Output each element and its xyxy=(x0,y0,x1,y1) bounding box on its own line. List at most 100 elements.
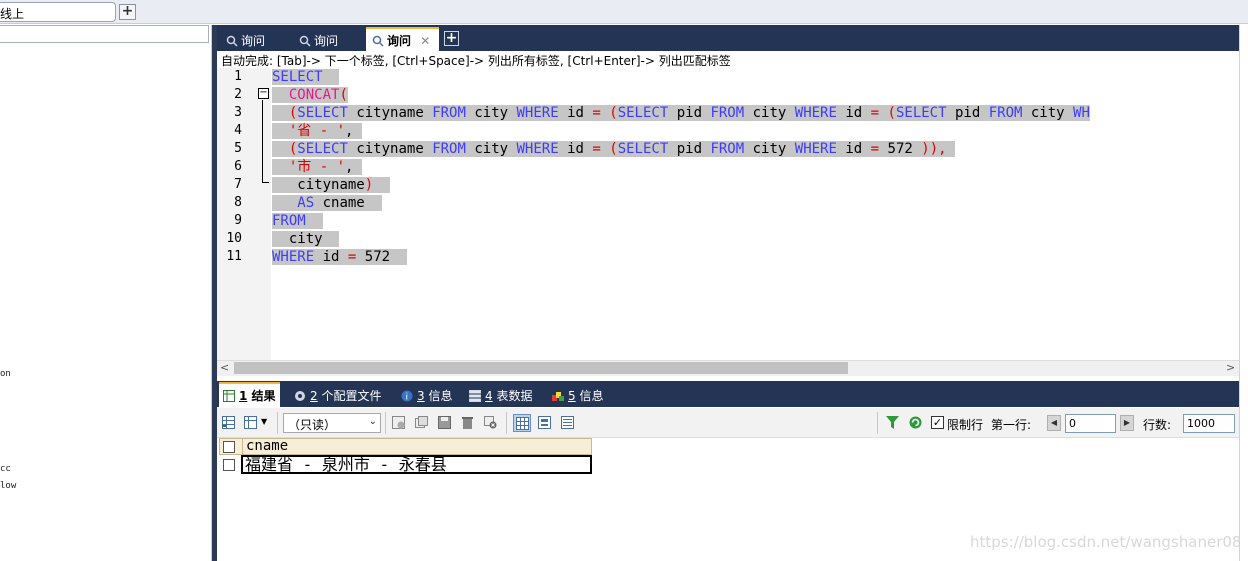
right-edge xyxy=(1239,25,1248,561)
limit-rows-label: 限制行 xyxy=(947,418,984,432)
line-number: 10 xyxy=(226,231,242,246)
svg-text:i: i xyxy=(406,393,409,403)
result-tab-table-data[interactable]: 4 表数据 xyxy=(465,384,536,406)
connection-tab-label: 线上 xyxy=(0,7,25,21)
scrollbar-thumb[interactable] xyxy=(234,362,848,374)
close-tab-icon[interactable]: ✕ xyxy=(420,34,430,48)
previous-page-icon[interactable]: ◀ xyxy=(1047,415,1061,431)
fold-toggle[interactable]: − xyxy=(258,88,269,99)
row-checkbox[interactable] xyxy=(223,459,235,471)
query-icon xyxy=(372,35,384,47)
line-number: 11 xyxy=(226,249,242,264)
export-grid-button[interactable] xyxy=(220,414,238,432)
line-number: 3 xyxy=(234,105,242,120)
query-tab-2[interactable]: 询问 xyxy=(293,29,363,51)
row-count-input[interactable]: 1000 xyxy=(1183,414,1235,433)
autocomplete-hint: 自动完成: [Tab]-> 下一个标签, [Ctrl+Space]-> 列出所有… xyxy=(217,51,1239,68)
tree-item-fragment[interactable]: cc xyxy=(0,464,11,474)
scroll-left-arrow-icon[interactable]: < xyxy=(220,361,229,374)
object-filter-input[interactable] xyxy=(0,25,209,43)
line-number: 6 xyxy=(234,159,242,174)
code-line-11[interactable]: WHERE id = 572 xyxy=(272,248,407,266)
add-row-icon xyxy=(392,416,405,429)
fold-guide xyxy=(262,100,263,182)
select-all-checkbox[interactable] xyxy=(223,441,235,453)
result-grid-icon xyxy=(223,390,235,402)
line-number: 2 xyxy=(234,87,242,102)
filter-icon xyxy=(886,416,899,429)
result-tab-results[interactable]: 1 结果 xyxy=(219,382,280,407)
form-view-button[interactable] xyxy=(536,414,554,432)
copy-grid-dropdown[interactable]: ▼ xyxy=(242,414,270,432)
export-grid-icon xyxy=(222,416,235,429)
tree-item-fragment[interactable]: low xyxy=(0,481,16,491)
trash-icon xyxy=(462,417,473,429)
query-tab-label: 询问 xyxy=(387,34,412,48)
next-page-icon[interactable]: ▶ xyxy=(1120,415,1134,431)
delete-row-button[interactable] xyxy=(459,414,477,432)
query-tab-1[interactable]: 询问 xyxy=(220,29,290,51)
line-number: 9 xyxy=(234,213,242,228)
code-line-8[interactable]: AS cname xyxy=(272,194,382,212)
toolbar-separator xyxy=(277,412,278,434)
scroll-right-arrow-icon[interactable]: > xyxy=(1226,361,1235,374)
duplicate-row-button[interactable] xyxy=(413,414,431,432)
table-icon xyxy=(469,390,481,402)
duplicate-row-icon xyxy=(415,416,428,428)
first-row-input[interactable]: 0 xyxy=(1065,414,1116,433)
code-line-9[interactable]: FROM xyxy=(272,212,323,230)
code-line-1[interactable]: SELECT xyxy=(272,68,340,86)
code-line-3[interactable]: (SELECT cityname FROM city WHERE id = (S… xyxy=(272,104,1090,122)
object-browser xyxy=(0,25,212,561)
result-tab-messages[interactable]: 5 信息 xyxy=(548,384,607,406)
connection-tab[interactable]: 线上 xyxy=(0,2,116,22)
grid-cell[interactable]: 福建省 - 泉州市 - 永春县 xyxy=(241,455,592,474)
code-line-10[interactable]: city xyxy=(272,230,340,248)
query-icon xyxy=(226,35,238,47)
grid-view-icon xyxy=(516,417,529,430)
watermark: https://blog.csdn.net/wangshaner0814 xyxy=(970,533,1248,551)
query-tab-label: 询问 xyxy=(241,34,266,48)
dropdown-caret-icon: ▼ xyxy=(261,417,268,426)
line-number: 5 xyxy=(234,141,242,156)
refresh-icon xyxy=(909,416,922,429)
fold-guide-end xyxy=(262,182,269,183)
row-count-label: 行数: xyxy=(1143,418,1172,432)
code-line-7[interactable]: cityname) xyxy=(272,176,391,194)
copy-grid-icon xyxy=(244,416,257,429)
code-line-6[interactable]: '市 - ', xyxy=(272,158,362,176)
form-view-icon xyxy=(538,416,551,429)
column-header-cname[interactable]: cname xyxy=(242,438,592,455)
code-line-4[interactable]: '省 - ', xyxy=(272,122,362,140)
discard-changes-button[interactable] xyxy=(482,414,500,432)
result-mode-select[interactable]: （只读） ⌄ xyxy=(283,413,381,433)
code-line-5[interactable]: (SELECT cityname FROM city WHERE id = (S… xyxy=(272,140,955,158)
discard-icon xyxy=(484,416,497,429)
new-query-tab-button[interactable]: + xyxy=(444,31,459,46)
profile-icon xyxy=(295,391,305,401)
query-tab-label: 询问 xyxy=(314,34,339,48)
info-icon: i xyxy=(401,390,413,402)
chevron-down-icon: ⌄ xyxy=(368,416,377,427)
query-tab-3-active[interactable]: 询问 ✕ xyxy=(366,27,439,51)
result-tab-info[interactable]: i3 信息 xyxy=(397,384,456,406)
messages-icon xyxy=(552,392,564,401)
line-number: 8 xyxy=(234,195,242,210)
add-connection-button[interactable]: + xyxy=(119,4,136,20)
filter-button[interactable] xyxy=(884,414,902,432)
toolbar-separator xyxy=(877,412,878,434)
grid-view-button[interactable] xyxy=(513,414,531,432)
line-number: 7 xyxy=(234,177,242,192)
text-view-icon xyxy=(561,416,574,429)
tree-item-fragment[interactable]: on xyxy=(0,369,11,379)
limit-rows-checkbox[interactable]: ✓ xyxy=(931,416,944,429)
result-tab-profile[interactable]: 2 个配置文件 xyxy=(290,384,385,406)
save-button[interactable] xyxy=(436,414,454,432)
toolbar-separator xyxy=(385,412,386,434)
text-view-button[interactable] xyxy=(559,414,577,432)
refresh-button[interactable] xyxy=(907,414,925,432)
save-icon xyxy=(438,416,451,429)
line-number: 1 xyxy=(234,69,242,84)
code-line-2[interactable]: CONCAT( xyxy=(272,86,348,104)
add-row-button[interactable] xyxy=(390,414,408,432)
